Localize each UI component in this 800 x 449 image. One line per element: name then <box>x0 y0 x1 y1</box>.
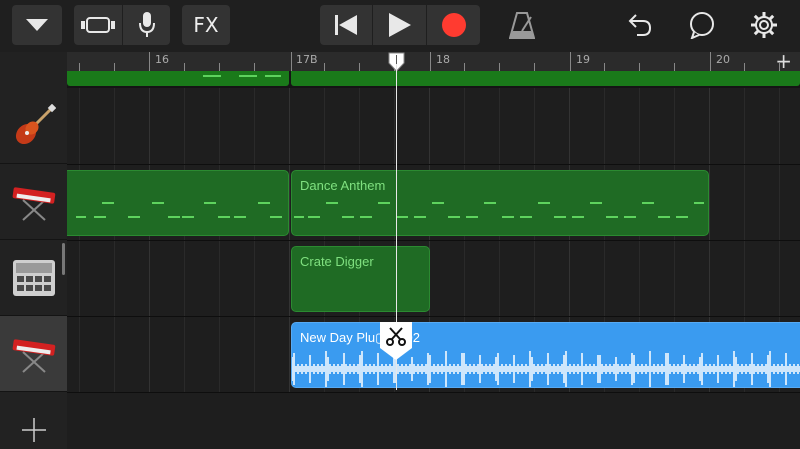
bar-tick <box>149 52 150 71</box>
midi-region[interactable] <box>67 170 289 236</box>
browser-view-icon <box>81 17 115 33</box>
microphone-icon <box>138 12 155 37</box>
beat-tick <box>639 63 640 71</box>
keyboard-icon <box>12 338 55 373</box>
beat-tick <box>534 63 535 71</box>
loop-browser-button[interactable] <box>680 5 724 45</box>
bar-tick <box>430 52 431 71</box>
beat-tick <box>184 63 185 71</box>
split-scissors-handle[interactable] <box>380 322 412 360</box>
region-label: Dance Anthem <box>300 178 386 193</box>
guitar-icon <box>15 103 56 144</box>
track-header-keyboard[interactable] <box>0 164 67 240</box>
tracks-view-button[interactable] <box>74 5 122 45</box>
beat-tick <box>359 63 360 71</box>
drum-region-crate-digger[interactable]: Crate Digger <box>291 246 430 312</box>
audio-waveform <box>292 351 800 387</box>
browser-menu-button[interactable] <box>12 5 62 45</box>
control-bar: FX <box>0 0 800 52</box>
record-icon <box>441 13 466 37</box>
beat-tick <box>79 63 80 71</box>
fx-label: FX <box>193 13 219 37</box>
bar-label-16: 16 <box>155 53 169 66</box>
beat-tick <box>324 63 325 71</box>
region-label: Crate Digger <box>300 254 374 269</box>
track-header-guitar[interactable] <box>0 88 67 164</box>
audio-region-new-day[interactable]: New Day Plu▢ad 02 <box>291 322 800 388</box>
bar-tick <box>710 52 711 71</box>
region-overview-strip[interactable] <box>67 71 800 88</box>
beat-tick <box>604 63 605 71</box>
transport-group <box>320 5 480 45</box>
beat-tick <box>499 63 500 71</box>
settings-icon <box>751 12 777 38</box>
overview-block <box>291 71 800 86</box>
midi-region-dance-anthem[interactable]: Dance Anthem <box>291 170 709 236</box>
view-toggle-group <box>74 5 170 45</box>
tracks-area[interactable]: Dance Anthem Crate Digger New Day Plu▢ad… <box>67 88 800 449</box>
metronome-icon <box>509 12 535 39</box>
rewind-icon <box>335 15 357 35</box>
add-track-button[interactable] <box>18 414 50 446</box>
fx-button[interactable]: FX <box>182 5 230 45</box>
play-icon <box>388 13 411 37</box>
add-section-button[interactable]: + <box>775 49 792 73</box>
beat-tick <box>219 63 220 71</box>
beat-tick <box>744 63 745 71</box>
undo-button[interactable] <box>618 5 662 45</box>
beat-tick <box>254 63 255 71</box>
go-to-beginning-button[interactable] <box>320 5 372 45</box>
keyboard-icon <box>12 186 55 221</box>
track-header-keyboard-selected[interactable] <box>0 316 67 392</box>
loop-icon <box>690 12 714 39</box>
record-button[interactable] <box>427 5 480 45</box>
undo-icon <box>628 14 652 36</box>
bar-tick <box>291 52 292 71</box>
plus-icon <box>22 418 46 442</box>
track-list-scrollbar[interactable] <box>62 243 65 275</box>
bar-label-19: 19 <box>576 53 590 66</box>
beat-tick <box>674 63 675 71</box>
bar-label-17b: 17B <box>296 53 318 66</box>
bar-tick <box>570 52 571 71</box>
timeline-ruler[interactable]: 16 17B 18 19 20 + <box>67 49 800 73</box>
bar-label-18: 18 <box>436 53 450 66</box>
track-header-drum-machine[interactable] <box>0 240 67 316</box>
overview-block <box>67 71 289 86</box>
bar-label-20: 20 <box>716 53 730 66</box>
settings-button[interactable] <box>742 5 786 45</box>
play-button[interactable] <box>373 5 426 45</box>
input-settings-button[interactable] <box>123 5 170 45</box>
beat-tick <box>114 63 115 71</box>
metronome-button[interactable] <box>500 5 544 45</box>
beat-tick <box>464 63 465 71</box>
chevron-down-icon <box>26 19 48 31</box>
track-headers <box>0 52 67 449</box>
drum-machine-icon <box>12 259 55 296</box>
